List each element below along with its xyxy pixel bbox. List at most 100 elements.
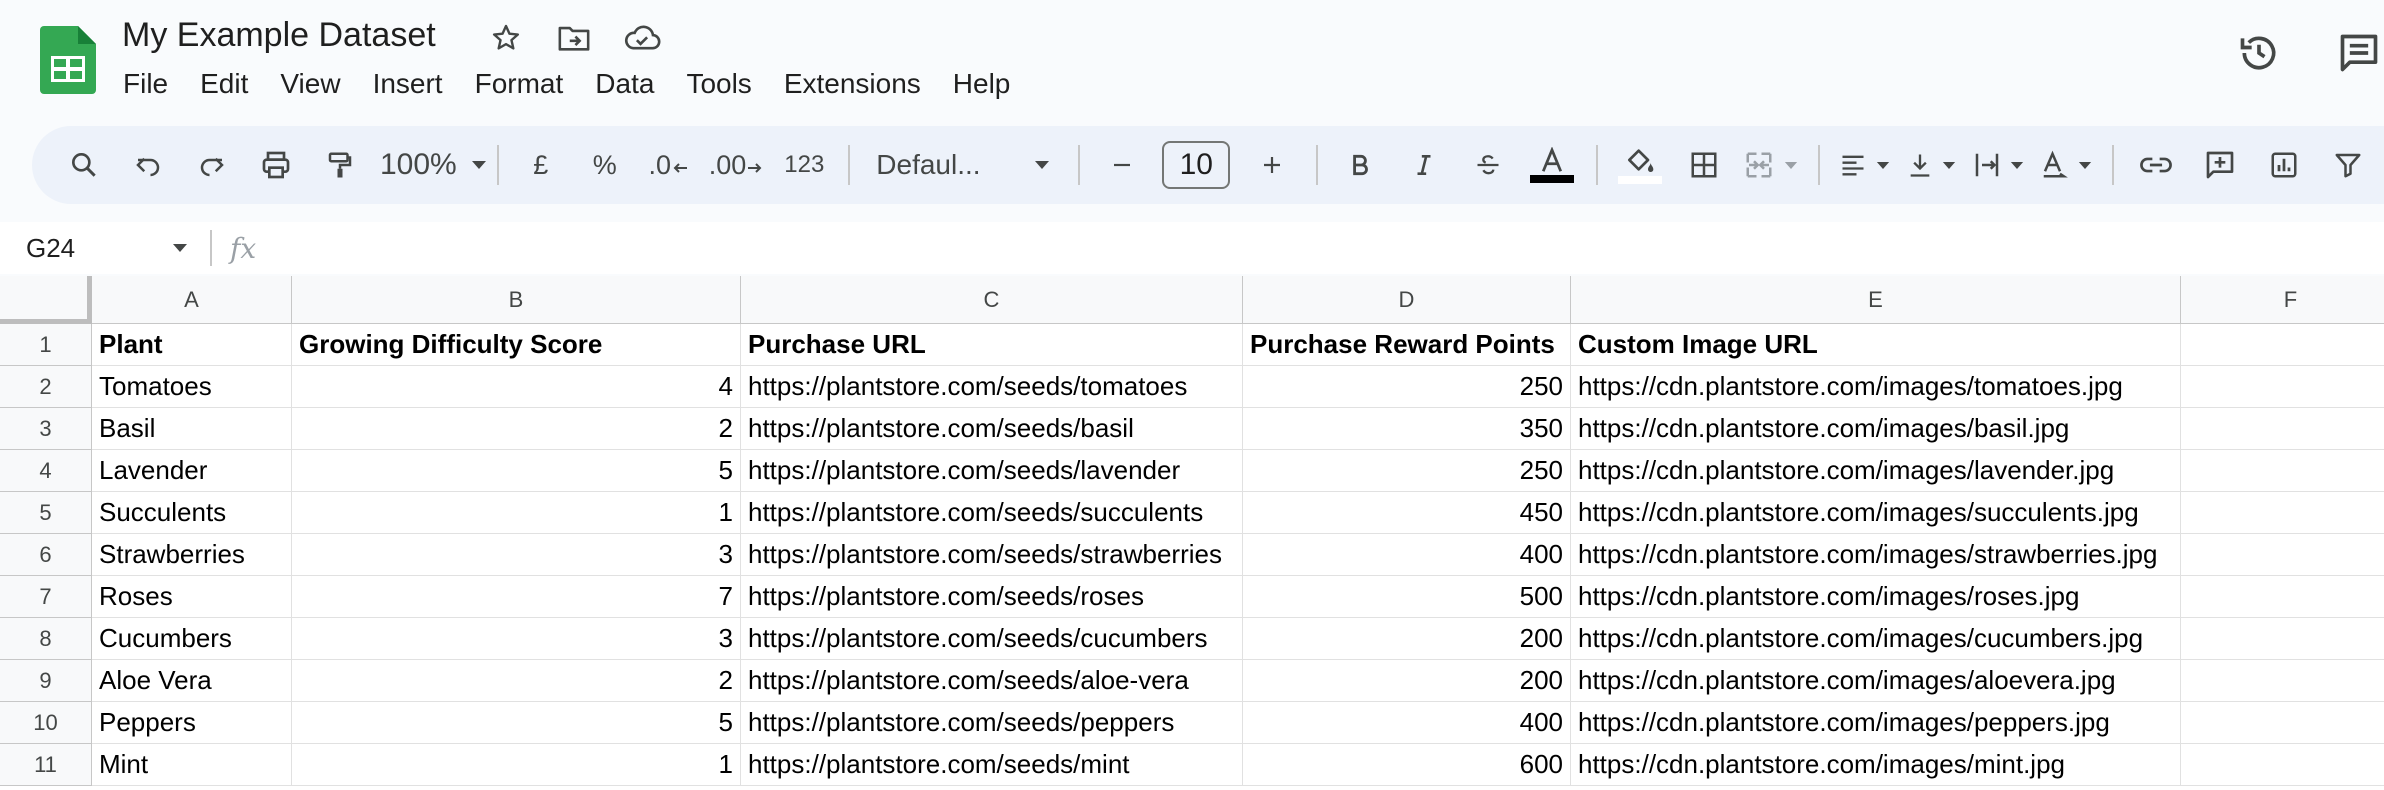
- table-cell[interactable]: https://plantstore.com/seeds/roses: [741, 576, 1243, 618]
- column-header-a[interactable]: A: [92, 276, 292, 324]
- row-header[interactable]: 6: [0, 534, 92, 576]
- table-cell[interactable]: https://cdn.plantstore.com/images/roses.…: [1571, 576, 2181, 618]
- table-cell[interactable]: 500: [1243, 576, 1571, 618]
- table-cell[interactable]: 3: [292, 534, 741, 576]
- table-cell[interactable]: 250: [1243, 366, 1571, 408]
- format-currency-button[interactable]: £: [517, 138, 565, 192]
- column-header-e[interactable]: E: [1571, 276, 2181, 324]
- table-cell[interactable]: 3: [292, 618, 741, 660]
- table-cell[interactable]: 1: [292, 744, 741, 786]
- column-header-b[interactable]: B: [292, 276, 741, 324]
- format-percent-button[interactable]: %: [581, 138, 629, 192]
- table-cell[interactable]: Mint: [92, 744, 292, 786]
- more-formats-button[interactable]: 123: [780, 138, 828, 192]
- row-header[interactable]: 8: [0, 618, 92, 660]
- decrease-font-size-button[interactable]: [1098, 138, 1146, 192]
- insert-chart-icon[interactable]: [2260, 138, 2308, 192]
- table-cell[interactable]: https://plantstore.com/seeds/lavender: [741, 450, 1243, 492]
- table-cell[interactable]: [2181, 618, 2384, 660]
- table-cell[interactable]: 5: [292, 702, 741, 744]
- font-size-input[interactable]: 10: [1162, 141, 1231, 189]
- print-icon[interactable]: [252, 138, 300, 192]
- bold-icon[interactable]: [1336, 138, 1384, 192]
- table-cell[interactable]: Aloe Vera: [92, 660, 292, 702]
- menu-extensions[interactable]: Extensions: [783, 66, 934, 104]
- insert-comment-icon[interactable]: [2196, 138, 2244, 192]
- insert-link-icon[interactable]: [2132, 138, 2180, 192]
- table-cell[interactable]: Tomatoes: [92, 366, 292, 408]
- table-cell[interactable]: [2181, 534, 2384, 576]
- table-cell[interactable]: [2181, 744, 2384, 786]
- table-cell[interactable]: https://cdn.plantstore.com/images/basil.…: [1571, 408, 2181, 450]
- menu-format[interactable]: Format: [474, 66, 577, 104]
- table-cell[interactable]: 2: [292, 408, 741, 450]
- table-cell[interactable]: https://plantstore.com/seeds/cucumbers: [741, 618, 1243, 660]
- table-cell[interactable]: [2181, 450, 2384, 492]
- table-cell[interactable]: 4: [292, 366, 741, 408]
- text-wrapping-icon[interactable]: [1972, 138, 2024, 192]
- star-icon[interactable]: [486, 18, 526, 58]
- table-cell[interactable]: 1: [292, 492, 741, 534]
- filter-icon[interactable]: [2324, 138, 2372, 192]
- text-color-icon[interactable]: [1528, 138, 1576, 192]
- name-box[interactable]: G24: [0, 233, 210, 264]
- table-cell[interactable]: 350: [1243, 408, 1571, 450]
- undo-icon[interactable]: [124, 138, 172, 192]
- table-cell[interactable]: 600: [1243, 744, 1571, 786]
- table-cell[interactable]: https://plantstore.com/seeds/succulents: [741, 492, 1243, 534]
- table-cell[interactable]: https://plantstore.com/seeds/mint: [741, 744, 1243, 786]
- table-cell[interactable]: https://cdn.plantstore.com/images/mint.j…: [1571, 744, 2181, 786]
- header-cell[interactable]: Growing Difficulty Score: [292, 324, 741, 366]
- row-header[interactable]: 4: [0, 450, 92, 492]
- row-header[interactable]: 1: [0, 324, 92, 366]
- search-menus-icon[interactable]: [60, 138, 108, 192]
- menu-data[interactable]: Data: [594, 66, 667, 104]
- zoom-select[interactable]: 100%: [380, 138, 487, 192]
- header-cell[interactable]: Purchase Reward Points: [1243, 324, 1571, 366]
- table-cell[interactable]: https://cdn.plantstore.com/images/lavend…: [1571, 450, 2181, 492]
- menu-insert[interactable]: Insert: [372, 66, 456, 104]
- table-cell[interactable]: [2181, 366, 2384, 408]
- table-cell[interactable]: [2181, 492, 2384, 534]
- table-cell[interactable]: https://cdn.plantstore.com/images/cucumb…: [1571, 618, 2181, 660]
- table-cell[interactable]: Peppers: [92, 702, 292, 744]
- row-header[interactable]: 3: [0, 408, 92, 450]
- header-cell[interactable]: [2181, 324, 2384, 366]
- menu-edit[interactable]: Edit: [199, 66, 261, 104]
- table-cell[interactable]: 400: [1243, 534, 1571, 576]
- table-cell[interactable]: 400: [1243, 702, 1571, 744]
- table-cell[interactable]: [2181, 576, 2384, 618]
- row-header[interactable]: 11: [0, 744, 92, 786]
- menu-view[interactable]: View: [279, 66, 353, 104]
- table-cell[interactable]: 7: [292, 576, 741, 618]
- increase-decimal-button[interactable]: .00: [709, 138, 765, 192]
- select-all-corner[interactable]: [0, 276, 92, 324]
- menu-file[interactable]: File: [122, 66, 181, 104]
- table-cell[interactable]: 2: [292, 660, 741, 702]
- increase-font-size-button[interactable]: [1248, 138, 1296, 192]
- move-folder-icon[interactable]: [554, 18, 594, 58]
- table-cell[interactable]: Basil: [92, 408, 292, 450]
- row-header[interactable]: 7: [0, 576, 92, 618]
- fill-color-icon[interactable]: [1616, 138, 1664, 192]
- menu-tools[interactable]: Tools: [685, 66, 764, 104]
- comments-icon[interactable]: [2334, 28, 2384, 78]
- formula-input[interactable]: [276, 228, 2384, 268]
- document-title[interactable]: My Example Dataset: [122, 16, 436, 55]
- column-header-f[interactable]: F: [2181, 276, 2384, 324]
- table-cell[interactable]: 200: [1243, 660, 1571, 702]
- table-cell[interactable]: [2181, 660, 2384, 702]
- column-header-c[interactable]: C: [741, 276, 1243, 324]
- font-select[interactable]: Defaul...: [868, 138, 1058, 192]
- paint-format-icon[interactable]: [316, 138, 364, 192]
- table-cell[interactable]: [2181, 408, 2384, 450]
- table-cell[interactable]: Strawberries: [92, 534, 292, 576]
- table-cell[interactable]: Cucumbers: [92, 618, 292, 660]
- decrease-decimal-button[interactable]: .0: [645, 138, 693, 192]
- table-cell[interactable]: https://plantstore.com/seeds/strawberrie…: [741, 534, 1243, 576]
- table-cell[interactable]: https://plantstore.com/seeds/tomatoes: [741, 366, 1243, 408]
- sheets-logo-icon[interactable]: [40, 26, 96, 94]
- redo-icon[interactable]: [188, 138, 236, 192]
- cloud-saved-icon[interactable]: [622, 18, 662, 58]
- header-cell[interactable]: Custom Image URL: [1571, 324, 2181, 366]
